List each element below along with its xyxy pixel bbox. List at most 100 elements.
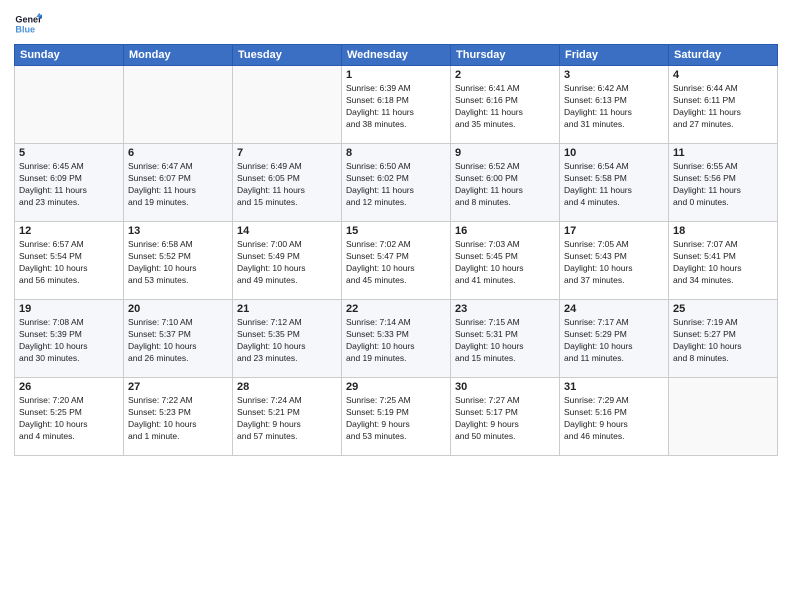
day-info: Sunrise: 6:45 AM Sunset: 6:09 PM Dayligh… xyxy=(19,161,119,209)
day-number: 5 xyxy=(19,147,119,159)
day-cell: 3Sunrise: 6:42 AM Sunset: 6:13 PM Daylig… xyxy=(560,66,669,144)
day-cell: 24 Sunrise: 7:17 AM Sunset: 5:29 PM Dayli… xyxy=(560,300,669,378)
day-info: Sunrise: 7:19 AM Sunset: 5:27 PM Dayligh… xyxy=(673,317,773,365)
svg-text:Blue: Blue xyxy=(15,24,35,34)
week-row-2: 5 Sunrise: 6:45 AM Sunset: 6:09 PM Daylig… xyxy=(15,144,778,222)
day-number: 23 xyxy=(455,303,555,315)
day-cell xyxy=(669,378,778,456)
day-cell: 4Sunrise: 6:44 AM Sunset: 6:11 PM Daylig… xyxy=(669,66,778,144)
day-info: Sunrise: 7:17 AM Sunset: 5:29 PM Dayligh… xyxy=(564,317,664,365)
weekday-sunday: Sunday xyxy=(15,45,124,66)
day-cell: 20 Sunrise: 7:10 AM Sunset: 5:37 PM Dayli… xyxy=(124,300,233,378)
day-info: Sunrise: 6:39 AM Sunset: 6:18 PM Dayligh… xyxy=(346,83,446,131)
day-cell: 1 Sunrise: 6:39 AM Sunset: 6:18 PM Daylig… xyxy=(342,66,451,144)
day-info: Sunrise: 7:00 AM Sunset: 5:49 PM Dayligh… xyxy=(237,239,337,287)
weekday-thursday: Thursday xyxy=(451,45,560,66)
week-row-1: 1 Sunrise: 6:39 AM Sunset: 6:18 PM Daylig… xyxy=(15,66,778,144)
day-info: Sunrise: 6:54 AM Sunset: 5:58 PM Dayligh… xyxy=(564,161,664,209)
day-number: 9 xyxy=(455,147,555,159)
logo: General Blue xyxy=(14,10,42,38)
day-number: 26 xyxy=(19,381,119,393)
day-number: 27 xyxy=(128,381,228,393)
day-cell: 10 Sunrise: 6:54 AM Sunset: 5:58 PM Dayli… xyxy=(560,144,669,222)
day-number: 31 xyxy=(564,381,664,393)
day-number: 14 xyxy=(237,225,337,237)
day-number: 4 xyxy=(673,69,773,81)
day-number: 19 xyxy=(19,303,119,315)
header: General Blue xyxy=(14,10,778,38)
day-number: 15 xyxy=(346,225,446,237)
day-cell: 5 Sunrise: 6:45 AM Sunset: 6:09 PM Daylig… xyxy=(15,144,124,222)
day-cell: 31 Sunrise: 7:29 AM Sunset: 5:16 PM Dayli… xyxy=(560,378,669,456)
day-number: 17 xyxy=(564,225,664,237)
week-row-5: 26 Sunrise: 7:20 AM Sunset: 5:25 PM Dayli… xyxy=(15,378,778,456)
weekday-header-row: SundayMondayTuesdayWednesdayThursdayFrid… xyxy=(15,45,778,66)
day-cell: 19 Sunrise: 7:08 AM Sunset: 5:39 PM Dayli… xyxy=(15,300,124,378)
day-number: 20 xyxy=(128,303,228,315)
day-cell: 14 Sunrise: 7:00 AM Sunset: 5:49 PM Dayli… xyxy=(233,222,342,300)
day-cell: 8 Sunrise: 6:50 AM Sunset: 6:02 PM Daylig… xyxy=(342,144,451,222)
week-row-3: 12 Sunrise: 6:57 AM Sunset: 5:54 PM Dayli… xyxy=(15,222,778,300)
day-number: 1 xyxy=(346,69,446,81)
weekday-saturday: Saturday xyxy=(669,45,778,66)
day-info: Sunrise: 7:29 AM Sunset: 5:16 PM Dayligh… xyxy=(564,395,664,443)
day-info: Sunrise: 7:02 AM Sunset: 5:47 PM Dayligh… xyxy=(346,239,446,287)
day-cell: 27 Sunrise: 7:22 AM Sunset: 5:23 PM Dayli… xyxy=(124,378,233,456)
day-number: 11 xyxy=(673,147,773,159)
day-cell: 21 Sunrise: 7:12 AM Sunset: 5:35 PM Dayli… xyxy=(233,300,342,378)
day-cell: 15 Sunrise: 7:02 AM Sunset: 5:47 PM Dayli… xyxy=(342,222,451,300)
day-number: 22 xyxy=(346,303,446,315)
day-number: 29 xyxy=(346,381,446,393)
day-info: Sunrise: 7:05 AM Sunset: 5:43 PM Dayligh… xyxy=(564,239,664,287)
day-cell xyxy=(124,66,233,144)
day-cell: 28Sunrise: 7:24 AM Sunset: 5:21 PM Dayli… xyxy=(233,378,342,456)
day-cell: 30 Sunrise: 7:27 AM Sunset: 5:17 PM Dayli… xyxy=(451,378,560,456)
day-number: 24 xyxy=(564,303,664,315)
day-info: Sunrise: 6:50 AM Sunset: 6:02 PM Dayligh… xyxy=(346,161,446,209)
day-number: 2 xyxy=(455,69,555,81)
day-info: Sunrise: 7:27 AM Sunset: 5:17 PM Dayligh… xyxy=(455,395,555,443)
day-cell: 23 Sunrise: 7:15 AM Sunset: 5:31 PM Dayli… xyxy=(451,300,560,378)
day-info: Sunrise: 6:42 AM Sunset: 6:13 PM Dayligh… xyxy=(564,83,664,131)
day-number: 25 xyxy=(673,303,773,315)
day-cell: 11Sunrise: 6:55 AM Sunset: 5:56 PM Dayli… xyxy=(669,144,778,222)
day-number: 10 xyxy=(564,147,664,159)
day-cell: 25 Sunrise: 7:19 AM Sunset: 5:27 PM Dayli… xyxy=(669,300,778,378)
day-info: Sunrise: 7:25 AM Sunset: 5:19 PM Dayligh… xyxy=(346,395,446,443)
day-cell: 22 Sunrise: 7:14 AM Sunset: 5:33 PM Dayli… xyxy=(342,300,451,378)
day-info: Sunrise: 7:15 AM Sunset: 5:31 PM Dayligh… xyxy=(455,317,555,365)
day-cell: 7 Sunrise: 6:49 AM Sunset: 6:05 PM Daylig… xyxy=(233,144,342,222)
day-cell: 16Sunrise: 7:03 AM Sunset: 5:45 PM Dayli… xyxy=(451,222,560,300)
day-cell: 9 Sunrise: 6:52 AM Sunset: 6:00 PM Daylig… xyxy=(451,144,560,222)
day-cell xyxy=(233,66,342,144)
weekday-monday: Monday xyxy=(124,45,233,66)
day-info: Sunrise: 7:12 AM Sunset: 5:35 PM Dayligh… xyxy=(237,317,337,365)
day-number: 18 xyxy=(673,225,773,237)
day-info: Sunrise: 6:58 AM Sunset: 5:52 PM Dayligh… xyxy=(128,239,228,287)
day-info: Sunrise: 7:20 AM Sunset: 5:25 PM Dayligh… xyxy=(19,395,119,443)
day-cell: 12 Sunrise: 6:57 AM Sunset: 5:54 PM Dayli… xyxy=(15,222,124,300)
day-number: 8 xyxy=(346,147,446,159)
day-info: Sunrise: 6:57 AM Sunset: 5:54 PM Dayligh… xyxy=(19,239,119,287)
day-info: Sunrise: 7:14 AM Sunset: 5:33 PM Dayligh… xyxy=(346,317,446,365)
day-number: 6 xyxy=(128,147,228,159)
logo-icon: General Blue xyxy=(14,10,42,38)
day-number: 12 xyxy=(19,225,119,237)
day-info: Sunrise: 7:10 AM Sunset: 5:37 PM Dayligh… xyxy=(128,317,228,365)
day-cell: 13 Sunrise: 6:58 AM Sunset: 5:52 PM Dayli… xyxy=(124,222,233,300)
weekday-friday: Friday xyxy=(560,45,669,66)
day-number: 7 xyxy=(237,147,337,159)
day-info: Sunrise: 7:03 AM Sunset: 5:45 PM Dayligh… xyxy=(455,239,555,287)
weekday-tuesday: Tuesday xyxy=(233,45,342,66)
day-info: Sunrise: 7:07 AM Sunset: 5:41 PM Dayligh… xyxy=(673,239,773,287)
day-number: 21 xyxy=(237,303,337,315)
day-info: Sunrise: 6:49 AM Sunset: 6:05 PM Dayligh… xyxy=(237,161,337,209)
day-number: 13 xyxy=(128,225,228,237)
week-row-4: 19 Sunrise: 7:08 AM Sunset: 5:39 PM Dayli… xyxy=(15,300,778,378)
day-info: Sunrise: 7:22 AM Sunset: 5:23 PM Dayligh… xyxy=(128,395,228,443)
day-info: Sunrise: 7:24 AM Sunset: 5:21 PM Dayligh… xyxy=(237,395,337,443)
day-number: 30 xyxy=(455,381,555,393)
calendar: SundayMondayTuesdayWednesdayThursdayFrid… xyxy=(14,44,778,456)
day-info: Sunrise: 6:52 AM Sunset: 6:00 PM Dayligh… xyxy=(455,161,555,209)
day-info: Sunrise: 7:08 AM Sunset: 5:39 PM Dayligh… xyxy=(19,317,119,365)
